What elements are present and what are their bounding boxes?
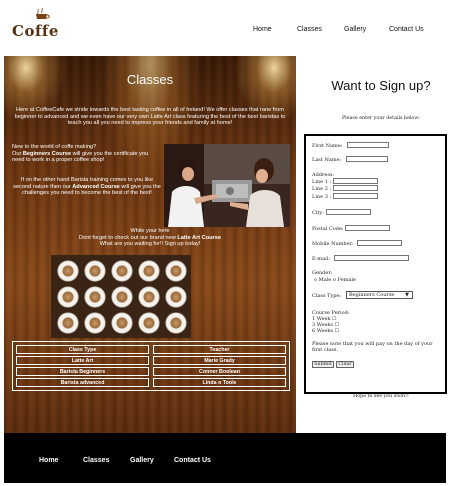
barista-photo [164,144,290,227]
promo-line-2: Dont forget to check out our brand new L… [79,234,221,241]
postal-code-input[interactable] [345,225,390,231]
city-label: City: [312,210,324,216]
last-name-input[interactable] [346,156,388,162]
male-label: Male [318,277,332,283]
last-name-label: Last Name: [312,157,342,163]
intro-text: Here at CoffeeCafe we stride towards the… [14,107,286,127]
latte-art-promo: While your here Dont forget to check out… [14,228,286,248]
page-title: Classes [126,72,174,87]
nav-home[interactable]: Home [253,26,272,33]
brand-name: Coffe [12,22,59,40]
site-footer: Home Classes Gallery Contact Us [4,433,446,483]
address-line1-label: Line 1 : [312,179,332,185]
latte-art-course-name: Latte Art Course [177,234,221,241]
promo-line-1: While your here [130,228,170,234]
signup-title: Want to Sign up? [331,78,431,93]
dropdown-arrow-icon: ▼ [405,292,409,298]
nav-contact-us[interactable]: Contact Us [389,26,424,33]
table-cell: Linda o Toole [153,378,286,387]
address-line3-label: Line 3 : [312,194,332,200]
promo-line-3: What are you waiting for!! Sign up today… [99,241,201,248]
footer-home[interactable]: Home [39,457,58,464]
address-line2-input[interactable] [333,185,378,191]
beginners-desc: Our Beginners Course will give you the c… [12,150,149,164]
footer-contact-us[interactable]: Contact Us [174,457,211,464]
address-line1-input[interactable] [333,178,378,184]
postal-code-label: Postal Code: [312,226,344,232]
first-name-label: First Name: [312,143,343,149]
table-cell: Barista Beginners [16,367,149,376]
footer-classes[interactable]: Classes [83,457,109,464]
nav-gallery[interactable]: Gallery [344,26,366,33]
table-header: Class Type [16,345,149,354]
advanced-course-name: Advanced Course [72,183,120,190]
classes-panel: Classes Here at CoffeeCafe we stride tow… [4,56,296,433]
clear-button[interactable]: Clear [336,361,354,368]
period-6-weeks[interactable]: 6 Weeks ☐ [312,328,339,334]
table-cell: Latte Art [16,356,149,365]
mobile-label: Mobile Number: [312,241,354,247]
table-cell: Marie Grady [153,356,286,365]
class-type-selected: Beginners Course [349,292,395,298]
beginners-course-name: Beginners Course [22,150,72,157]
email-label: E-mail: [312,256,331,262]
nav-classes[interactable]: Classes [297,26,322,33]
table-cell: Conner Boolean [153,367,286,376]
table-header: Teacher [153,345,286,354]
mobile-input[interactable] [357,240,402,246]
submit-button[interactable]: Submit [312,361,334,368]
site-header: Coffe Home Classes Gallery Contact Us [0,0,463,56]
address-label: Address: [312,172,335,178]
closing-message: Hope to see you soon!! [353,394,409,399]
first-name-input[interactable] [347,142,389,148]
beginners-question: New to the world of coffe making? [12,144,97,150]
footer-gallery[interactable]: Gallery [130,457,154,464]
gender-label: Gender: [312,270,333,276]
beginners-text: New to the world of coffe making? Our Be… [12,144,162,164]
radio-female[interactable]: o [333,277,336,283]
address-line2-label: Line 2 : [312,186,332,192]
signup-form: First Name: Last Name: Address: Line 1 :… [304,134,447,394]
coffee-cup-icon [36,8,50,19]
table-cell: Barista advanced [16,378,149,387]
payment-note: Please note that you will pay on the day… [312,341,433,353]
advanced-text: If on the other hand Barista training co… [13,177,161,197]
classes-table: Class Type Teacher Latte Art Marie Grady… [12,341,290,391]
address-line3-input[interactable] [333,193,378,199]
gender-options: o Male o Female [314,277,356,283]
class-type-label: Class Type: [312,293,342,299]
city-input[interactable] [326,209,371,215]
email-input[interactable] [334,255,409,261]
latte-art-cups-image [51,255,191,338]
class-type-select[interactable]: Beginners Course ▼ [346,291,413,299]
logo[interactable]: Coffe [12,8,72,42]
radio-male[interactable]: o [314,277,317,283]
female-label: Female [337,277,356,283]
signup-subtitle: Please enter your details below: [341,116,421,121]
